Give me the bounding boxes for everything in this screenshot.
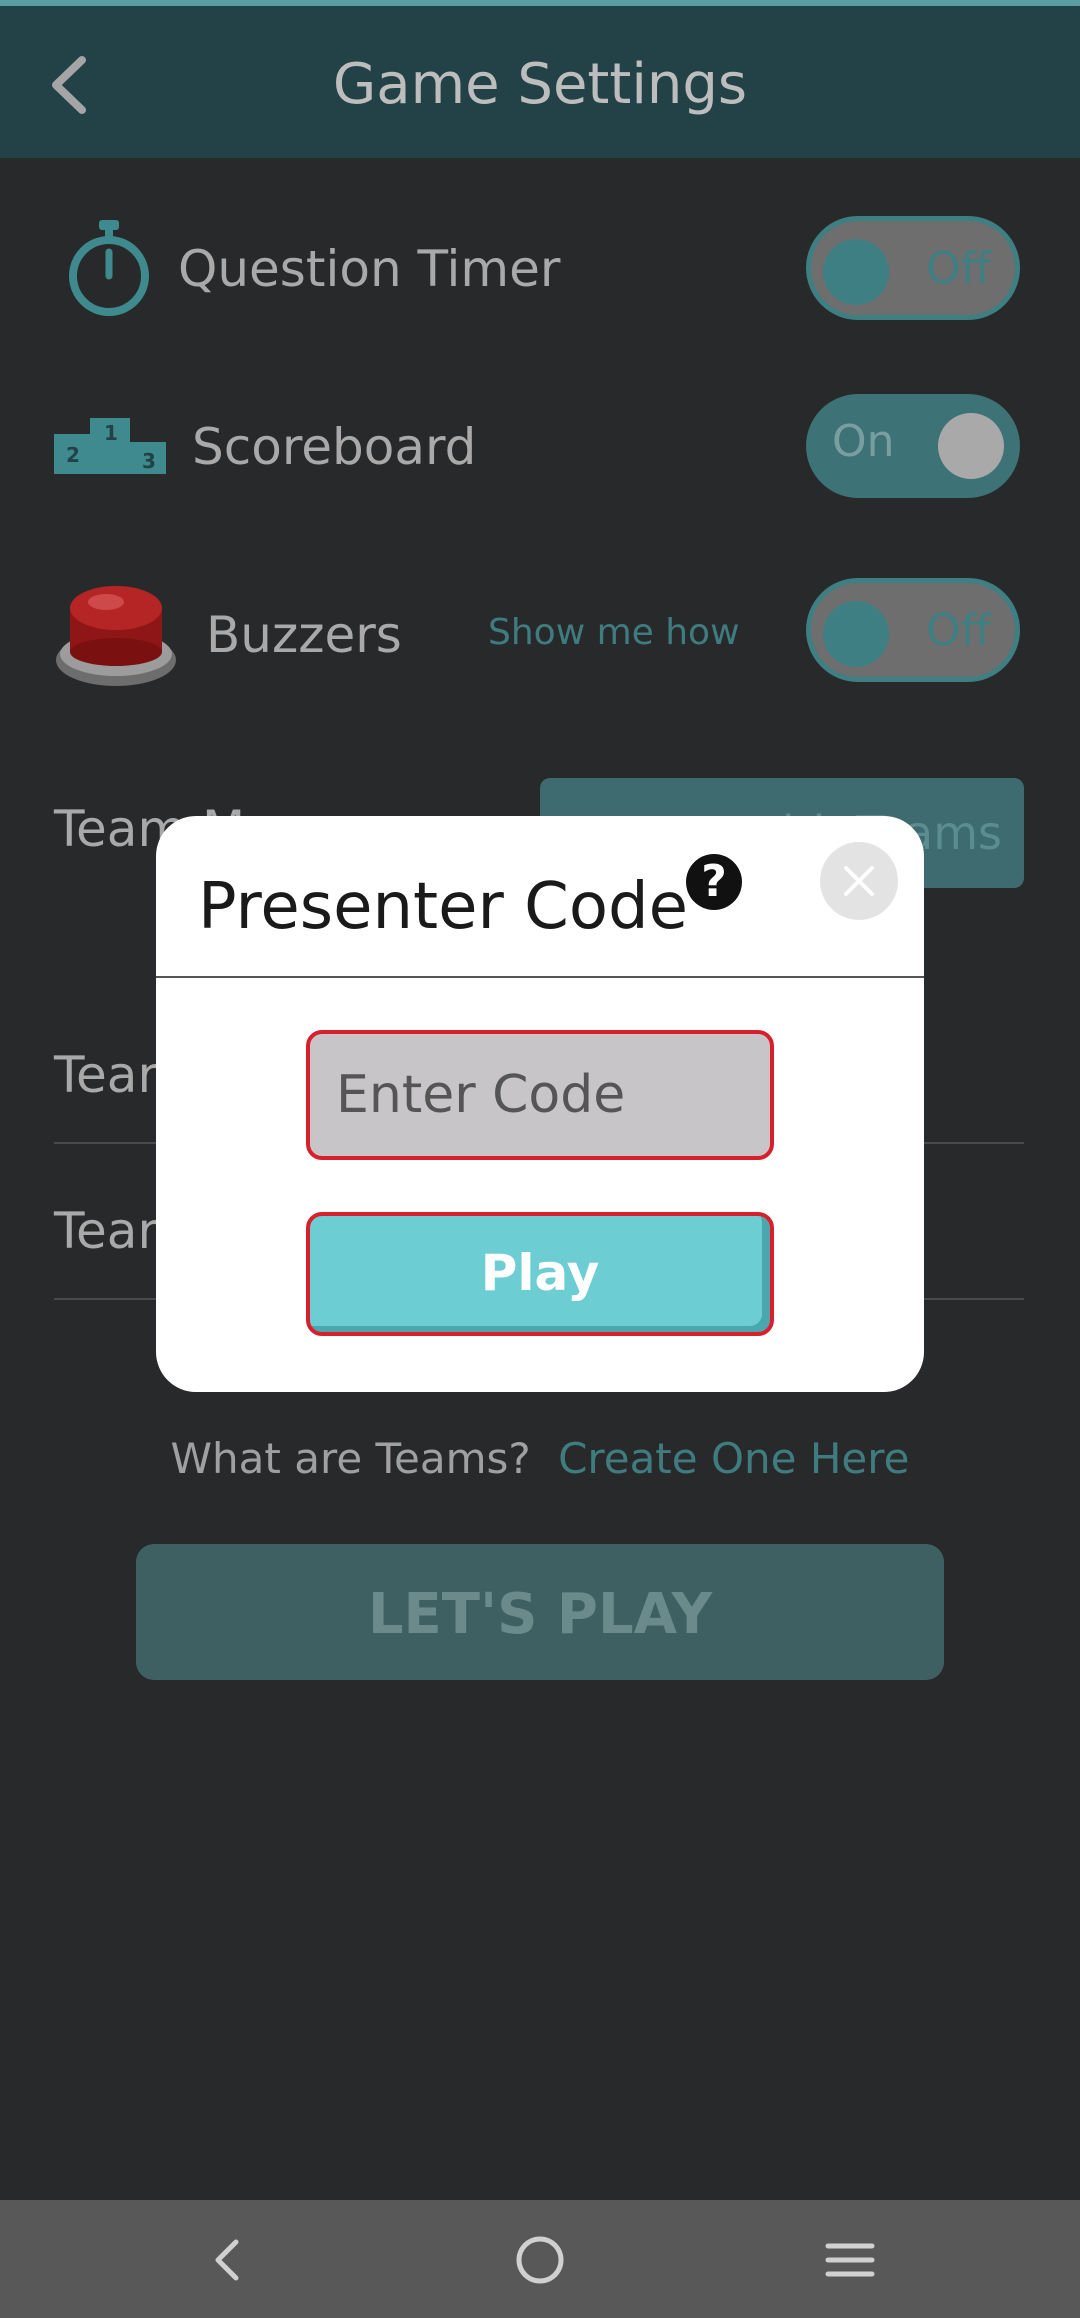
lets-play-button[interactable]: LET'S PLAY [136, 1544, 944, 1680]
lets-play-label: LET'S PLAY [367, 1582, 713, 1647]
toggle-state: Off [926, 605, 991, 656]
code-input[interactable] [306, 1030, 774, 1160]
toggle-knob [823, 239, 889, 305]
close-button[interactable] [820, 842, 898, 920]
team-row-2-label: Tear [54, 1202, 159, 1260]
nav-back-button[interactable] [198, 2230, 258, 2290]
toggle-knob [823, 601, 889, 667]
toggle-state: Off [926, 243, 991, 294]
close-icon [844, 866, 874, 896]
question-timer-label: Question Timer [178, 240, 561, 298]
system-nav-bar [0, 2200, 1080, 2318]
team-row-1-label: Tear [54, 1046, 159, 1104]
scoreboard-row: 2 1 3 Scoreboard On [0, 394, 1080, 504]
scoreboard-label: Scoreboard [192, 418, 477, 476]
nav-home-icon [516, 2236, 564, 2284]
toggle-knob [938, 413, 1004, 479]
svg-text:3: 3 [142, 449, 156, 473]
question-timer-row: Question Timer Off [0, 212, 1080, 322]
page-title: Game Settings [332, 52, 748, 117]
teams-question: What are Teams? [170, 1434, 531, 1483]
toggle-state: On [832, 416, 895, 467]
nav-home-button[interactable] [510, 2230, 570, 2290]
presenter-code-dialog: Presenter Code ? Play [156, 816, 924, 1392]
nav-menu-button[interactable] [820, 2230, 880, 2290]
buzzer-icon [56, 586, 176, 686]
podium-icon: 2 1 3 [54, 418, 166, 474]
dialog-title: Presenter Code [198, 870, 688, 944]
scoreboard-toggle[interactable]: On [806, 394, 1020, 498]
buzzers-row: Buzzers Show me how Off [0, 578, 1080, 688]
nav-menu-icon [825, 2243, 875, 2277]
buzzers-toggle[interactable]: Off [806, 578, 1020, 682]
nav-back-icon [215, 2239, 239, 2281]
help-icon[interactable]: ? [686, 854, 742, 910]
play-label: Play [480, 1244, 600, 1302]
svg-text:1: 1 [104, 421, 118, 445]
question-timer-toggle[interactable]: Off [806, 216, 1020, 320]
dialog-divider [156, 976, 924, 978]
create-team-link[interactable]: Create One Here [558, 1434, 909, 1483]
svg-text:2: 2 [66, 443, 80, 467]
play-button[interactable]: Play [306, 1212, 774, 1336]
stopwatch-icon [69, 220, 149, 316]
teams-help: What are Teams? Create One Here [0, 1434, 1080, 1483]
show-me-how-link[interactable]: Show me how [488, 612, 740, 653]
app-header: Game Settings [0, 6, 1080, 158]
buzzers-label: Buzzers [206, 606, 402, 664]
